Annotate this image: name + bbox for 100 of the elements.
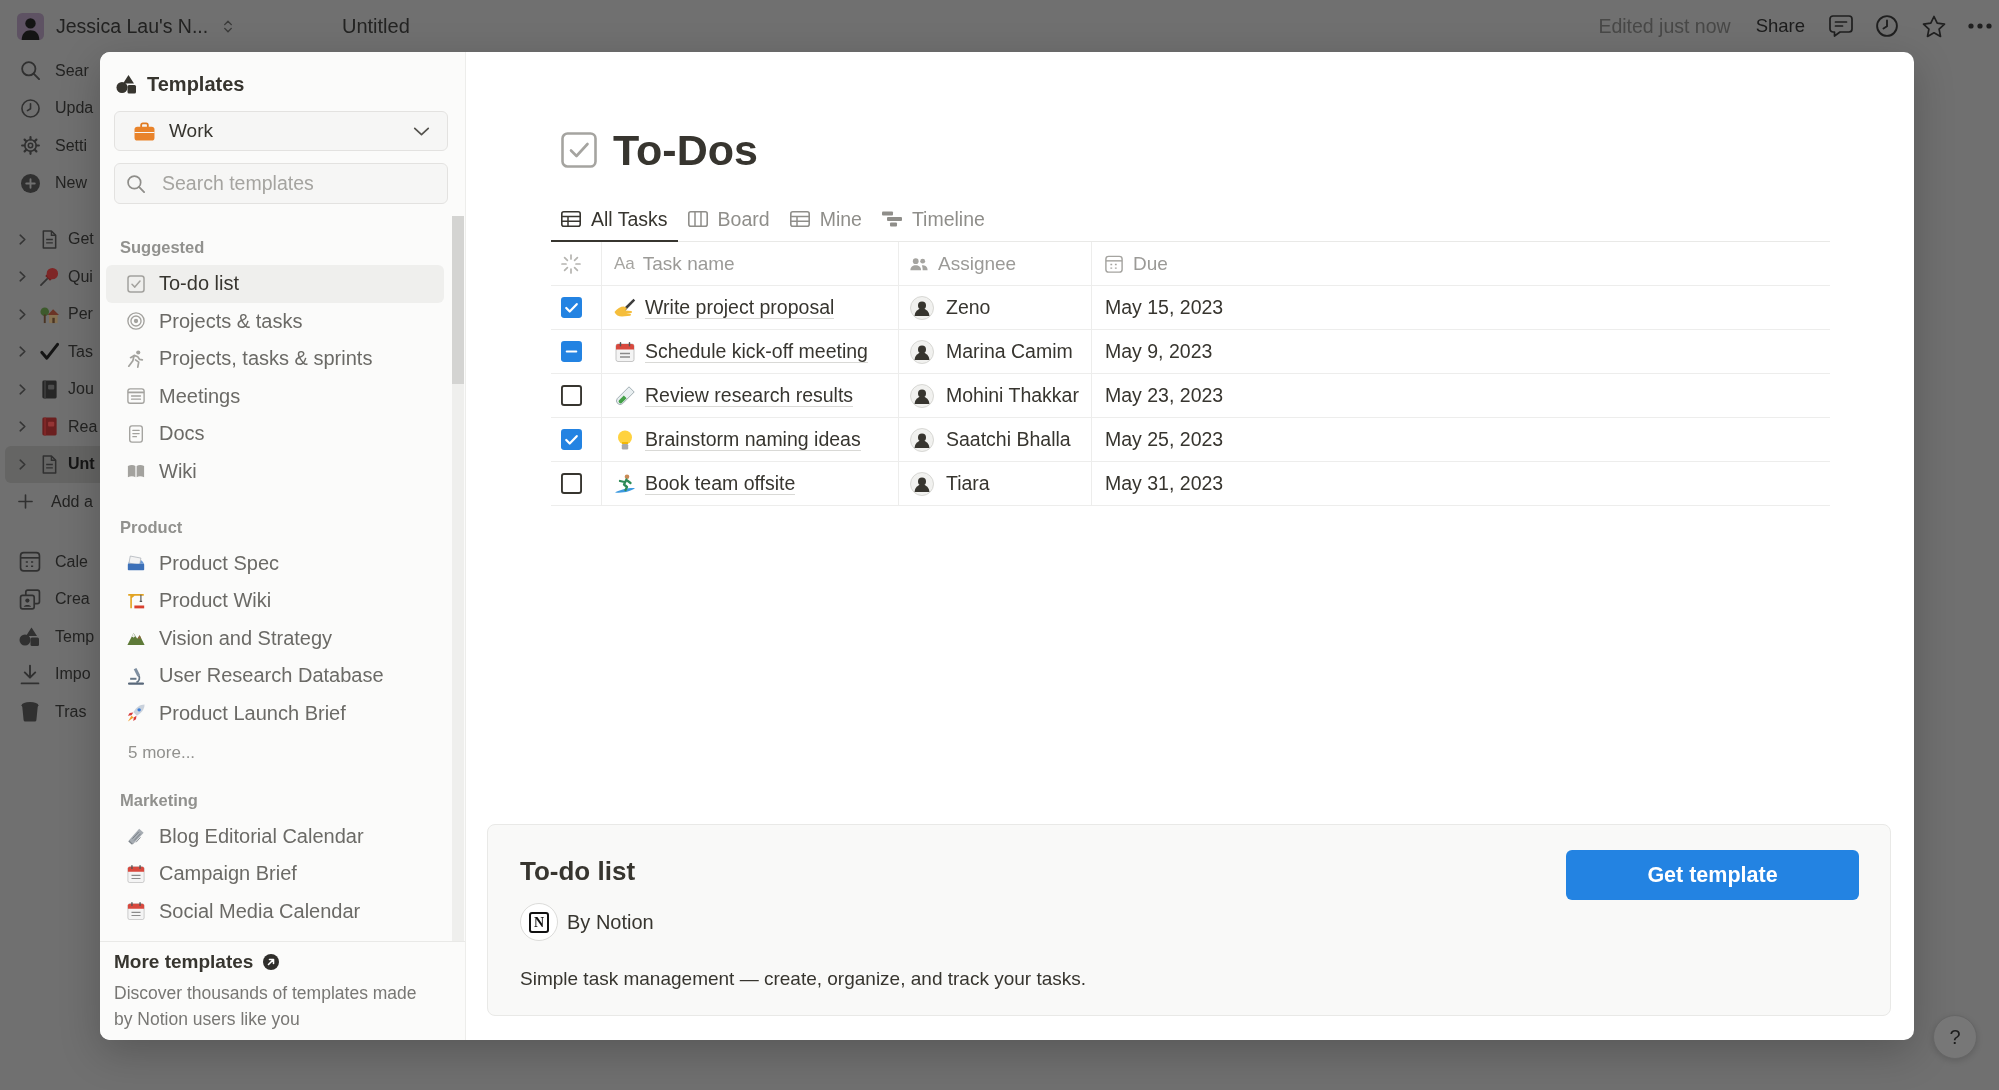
star-icon[interactable] [1922,14,1946,38]
task-title[interactable]: Review research results [645,384,854,407]
plus-circle-icon [21,173,40,193]
checkbox[interactable] [561,385,582,406]
template-item[interactable]: Product Spec [106,544,444,582]
template-item[interactable]: Product Wiki [106,582,444,620]
sidebar-item[interactable]: Crea [0,580,100,618]
sidebar-item[interactable]: Sear [0,52,100,90]
chevron-right-icon[interactable] [19,346,26,358]
avatar-icon [17,12,44,40]
category-dropdown[interactable]: Work [114,111,448,151]
page-item[interactable]: Qui [5,258,100,296]
template-item[interactable]: Docs [106,415,444,453]
task-title[interactable]: Write project proposal [645,296,835,319]
surfer-icon [614,473,636,494]
search-field[interactable]: Search templates [114,163,448,204]
get-template-button[interactable]: Get template [1566,850,1859,900]
task-title[interactable]: Book team offsite [645,472,796,495]
checkbox[interactable] [561,297,582,318]
chevron-down-icon [413,126,430,136]
chevron-right-icon[interactable] [19,271,26,283]
page-item[interactable]: Jou [5,370,100,408]
table-icon [561,211,581,227]
letter-tray-icon [127,554,145,573]
view-tab[interactable]: Board [677,202,780,242]
template-item[interactable]: Wiki [106,452,444,490]
add-page-item[interactable]: Add a [0,483,100,521]
column-header: Assignee [938,252,1017,275]
clock-icon [21,98,40,118]
scrollbar-thumb[interactable] [452,216,464,384]
table-icon [789,211,810,227]
task-title[interactable]: Brainstorm naming ideas [645,428,861,451]
chevron-right-icon[interactable] [19,308,26,320]
sidebar-item[interactable]: Upda [0,89,100,127]
trash-icon [19,701,41,723]
show-more-link[interactable]: 5 more... [128,743,444,763]
microscope-icon [127,666,145,685]
checkbox[interactable] [561,473,582,494]
page-item[interactable]: Per [5,295,100,333]
column-header: Due [1133,252,1168,275]
more-templates-link[interactable]: More templates [114,951,254,973]
sidebar-item[interactable]: Tras [0,693,100,731]
avatar-icon [910,427,934,452]
view-tab[interactable]: Timeline [871,202,995,242]
template-item[interactable]: Projects & tasks [106,302,444,340]
section-heading: Product [120,516,184,537]
download-icon [19,663,41,685]
avatar-icon [910,339,934,364]
template-item[interactable]: Product Launch Brief [106,694,444,732]
chevron-right-icon[interactable] [19,233,26,245]
checkbox-icon [561,132,597,168]
template-item[interactable]: Blog Editorial Calendar [106,817,444,855]
template-item[interactable]: Projects, tasks & sprints [106,340,444,378]
clock-icon[interactable] [1876,15,1898,37]
house-icon [40,304,59,324]
calendar-icon [127,902,145,921]
checkbox[interactable] [561,341,582,362]
template-item[interactable]: Vision and Strategy [106,619,444,657]
page-item[interactable]: Tas [5,333,100,371]
workspace-switcher[interactable]: Jessica Lau's N... [56,14,234,38]
task-title[interactable]: Schedule kick-off meeting [645,340,868,363]
chevron-right-icon[interactable] [19,458,26,470]
template-item[interactable]: Campaign Brief [106,855,444,893]
more-icon[interactable] [1968,23,1992,29]
sidebar-item[interactable]: Temp [0,618,100,656]
comment-icon[interactable] [1829,15,1853,37]
sidebar-item[interactable]: Setti [0,127,100,165]
sidebar-item[interactable]: New [0,164,100,202]
view-tab[interactable]: Mine [779,202,872,242]
newspaper-icon [127,827,145,846]
due-date: May 23, 2023 [1105,384,1224,407]
panel-title: Templates [147,72,245,96]
avatar-icon [910,295,934,320]
page-item[interactable]: Get [5,220,100,258]
arrow-circle-icon[interactable] [263,954,280,970]
checkbox[interactable] [561,429,582,450]
plus-icon [18,494,33,510]
book-icon [40,379,59,399]
sidebar-item[interactable]: Impo [0,655,100,693]
sidebar-item[interactable]: Cale [0,543,100,581]
chevron-right-icon[interactable] [19,421,26,433]
spinner-icon [561,253,581,274]
column-header: Task name [642,252,735,275]
view-tab[interactable]: All Tasks [551,202,678,242]
book-icon [40,417,59,437]
text-property-icon: Aa [614,253,635,274]
footer-description: Discover thousands of templates made by Notion users like you [114,982,418,1031]
calendar-icon [614,341,636,362]
template-item[interactable]: To-do list [106,265,444,303]
template-item[interactable]: Social Media Calendar [106,892,444,930]
assignee-name: Mohini Thakkar [946,384,1079,407]
help-button[interactable]: ? [1933,1015,1977,1059]
chevron-right-icon[interactable] [19,383,26,395]
author-logo: N [520,903,558,941]
page-title[interactable]: Untitled [342,14,410,38]
page-item[interactable]: Unt [5,445,100,483]
page-item[interactable]: Rea [5,408,100,446]
template-item[interactable]: Meetings [106,377,444,415]
share-button[interactable]: Share [1755,15,1805,37]
template-item[interactable]: User Research Database [106,657,444,695]
